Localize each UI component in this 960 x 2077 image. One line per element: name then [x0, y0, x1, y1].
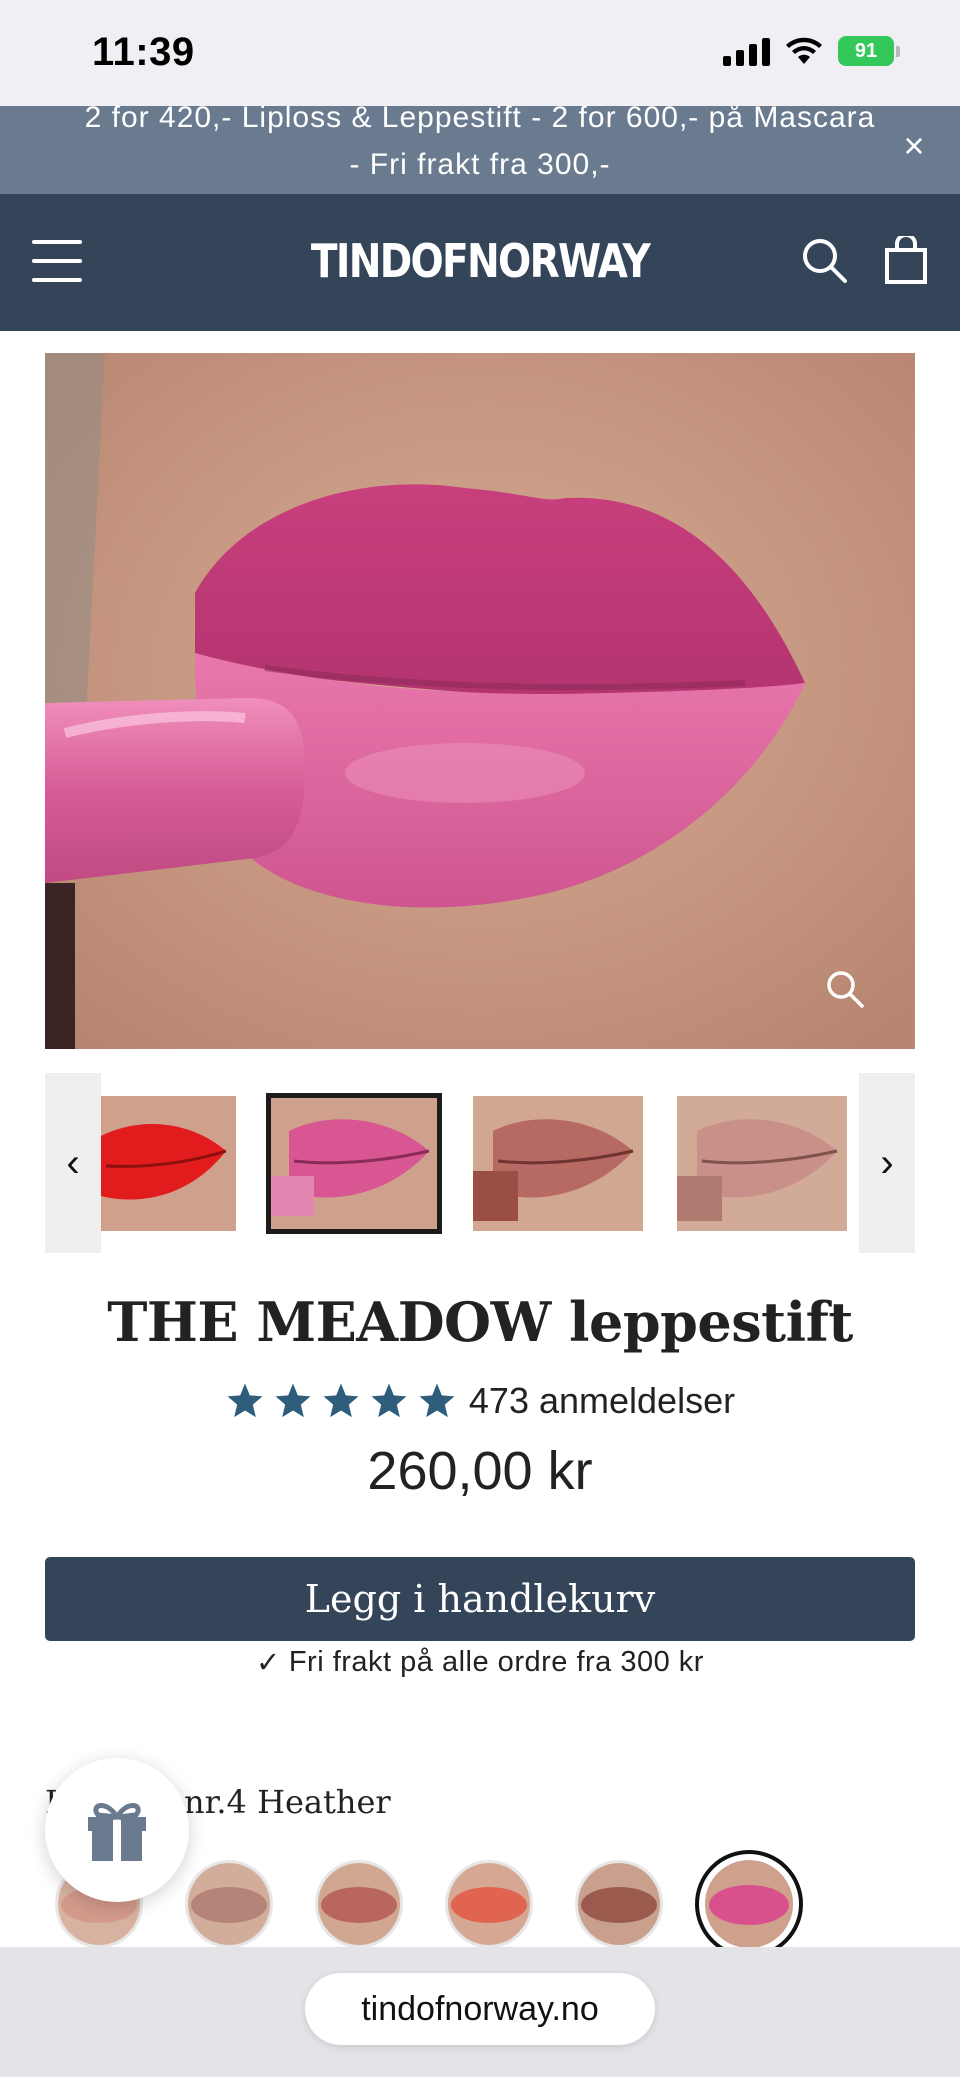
review-count[interactable]: 473 anmeldelser — [469, 1380, 735, 1422]
battery-level: 91 — [838, 36, 894, 66]
zoom-icon[interactable] — [825, 969, 865, 1009]
check-icon: ✓ — [256, 1647, 281, 1679]
cellular-signal-icon — [723, 36, 770, 66]
star-icon — [419, 1383, 455, 1418]
color-swatch[interactable] — [185, 1860, 273, 1948]
thumbnail[interactable] — [101, 1096, 236, 1231]
thumbnail-gallery: ‹ › — [45, 1073, 915, 1253]
gift-button[interactable] — [45, 1758, 189, 1902]
battery-icon: 91 — [838, 36, 900, 66]
product-main-image[interactable] — [45, 353, 915, 1049]
star-icon — [227, 1383, 263, 1418]
star-icon — [323, 1383, 359, 1418]
announcement-text: 2 for 420,- Liploss & Leppestift - 2 for… — [84, 106, 876, 181]
rating[interactable]: 473 anmeldelser — [0, 1380, 960, 1422]
product-title: THE MEADOW leppestift — [107, 1290, 853, 1354]
shipping-note-text: Fri frakt på alle ordre fra 300 kr — [288, 1646, 704, 1678]
search-icon[interactable] — [800, 236, 848, 284]
star-rating — [225, 1381, 457, 1421]
chevron-left-icon[interactable]: ‹ — [45, 1073, 101, 1253]
browser-toolbar: tindofnorway.no — [0, 1947, 960, 2077]
status-icons: 91 — [723, 36, 900, 66]
thumbnail[interactable] — [266, 1093, 442, 1234]
wifi-icon — [786, 37, 822, 64]
chevron-right-icon[interactable]: › — [859, 1073, 915, 1253]
thumbnail[interactable] — [473, 1096, 643, 1231]
product-price: 260,00 kr — [367, 1441, 593, 1501]
announcement-bar: 2 for 420,- Liploss & Leppestift - 2 for… — [0, 106, 960, 194]
star-icon — [371, 1383, 407, 1418]
shipping-note: ✓ Fri frakt på alle ordre fra 300 kr — [0, 1645, 960, 1680]
close-icon[interactable]: × — [896, 128, 932, 164]
brand-logo[interactable]: TINDOFNORWAY — [72, 234, 888, 288]
color-swatch[interactable] — [575, 1860, 663, 1948]
star-icon — [275, 1383, 311, 1418]
color-swatch[interactable] — [445, 1860, 533, 1948]
site-header: TINDOFNORWAY — [0, 194, 960, 331]
status-bar: 11:39 91 — [0, 0, 960, 106]
gift-icon — [88, 1803, 146, 1861]
thumbnail[interactable] — [677, 1096, 847, 1231]
address-bar[interactable]: tindofnorway.no — [305, 1973, 655, 2045]
cart-icon[interactable] — [884, 236, 928, 284]
add-to-cart-button[interactable]: Legg i handlekurv — [45, 1557, 915, 1641]
color-swatch[interactable] — [315, 1860, 403, 1948]
status-time: 11:39 — [92, 30, 195, 74]
color-swatch-selected[interactable] — [695, 1850, 803, 1958]
